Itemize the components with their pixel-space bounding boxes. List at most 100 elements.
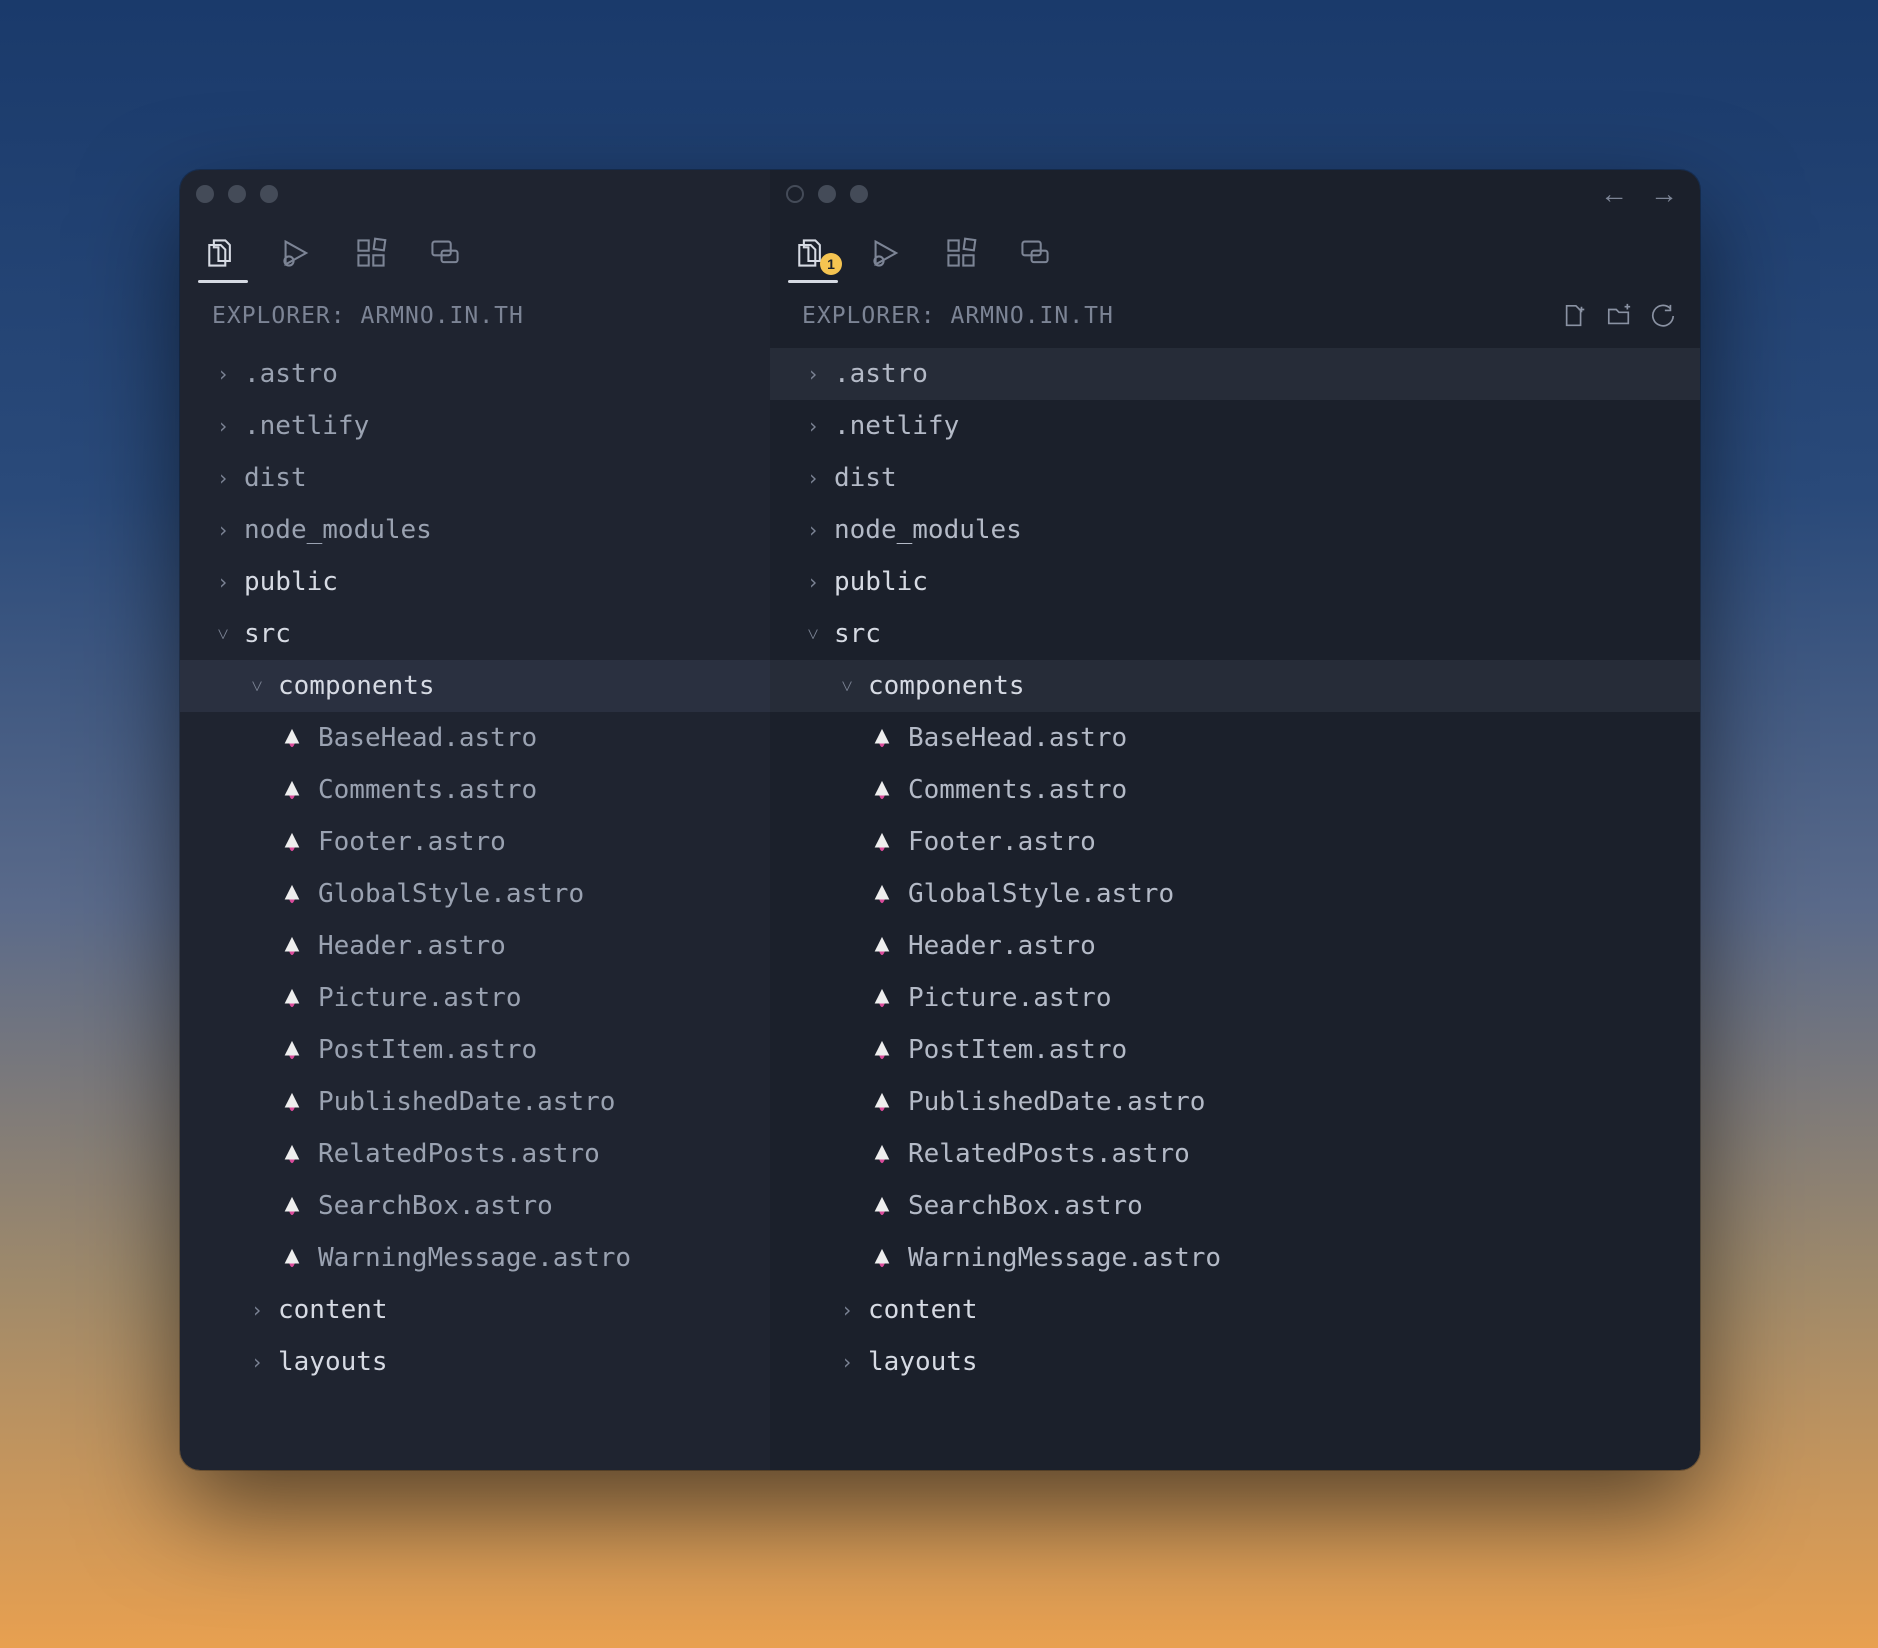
- folder-label: .astro: [834, 359, 928, 389]
- folder-row[interactable]: ›content: [770, 1284, 1700, 1336]
- folder-row[interactable]: ˅src: [180, 608, 770, 660]
- zoom-icon[interactable]: [850, 185, 868, 203]
- folder-row[interactable]: ›public: [180, 556, 770, 608]
- file-row[interactable]: PublishedDate.astro: [770, 1076, 1700, 1128]
- new-file-button[interactable]: [1562, 303, 1588, 329]
- chevron-right-icon[interactable]: ›: [802, 518, 824, 542]
- titlebar-left[interactable]: [180, 170, 770, 218]
- activity-chat[interactable]: [1016, 237, 1054, 269]
- file-row[interactable]: Comments.astro: [180, 764, 770, 816]
- file-row[interactable]: Picture.astro: [180, 972, 770, 1024]
- astro-file-icon: [280, 934, 304, 958]
- file-row[interactable]: BaseHead.astro: [180, 712, 770, 764]
- activity-chat[interactable]: [426, 237, 464, 269]
- folder-label: node_modules: [834, 515, 1022, 545]
- file-row[interactable]: SearchBox.astro: [770, 1180, 1700, 1232]
- traffic-lights[interactable]: [786, 185, 868, 203]
- folder-row[interactable]: › .astro: [770, 348, 1700, 400]
- folder-row[interactable]: ›node_modules: [180, 504, 770, 556]
- titlebar-right[interactable]: ← →: [770, 170, 1700, 218]
- chevron-right-icon[interactable]: ›: [802, 414, 824, 438]
- folder-row[interactable]: ˅components: [180, 660, 770, 712]
- nav-back-icon[interactable]: ←: [1600, 180, 1628, 208]
- file-row[interactable]: RelatedPosts.astro: [770, 1128, 1700, 1180]
- new-folder-button[interactable]: [1606, 303, 1632, 329]
- folder-row[interactable]: › .netlify: [180, 400, 770, 452]
- chevron-right-icon[interactable]: ›: [212, 466, 234, 490]
- traffic-lights[interactable]: [196, 185, 278, 203]
- chevron-right-icon[interactable]: ›: [212, 362, 234, 386]
- folder-row[interactable]: ˅components: [770, 660, 1700, 712]
- chevron-down-icon[interactable]: ˅: [246, 674, 268, 699]
- file-row[interactable]: WarningMessage.astro: [180, 1232, 770, 1284]
- folder-label: .netlify: [244, 411, 369, 441]
- zoom-icon[interactable]: [260, 185, 278, 203]
- activity-explorer[interactable]: 1: [794, 237, 832, 269]
- minimize-icon[interactable]: [818, 185, 836, 203]
- file-row[interactable]: GlobalStyle.astro: [770, 868, 1700, 920]
- activity-run-debug[interactable]: [278, 237, 316, 269]
- file-tree-left[interactable]: ›.astro›.netlify›dist›node_modules›publi…: [180, 344, 770, 1470]
- chevron-right-icon[interactable]: ›: [212, 518, 234, 542]
- chevron-down-icon[interactable]: ˅: [212, 622, 234, 647]
- file-row[interactable]: PublishedDate.astro: [180, 1076, 770, 1128]
- file-tree-right[interactable]: ›.astro›.netlify›dist›node_modules›publi…: [770, 344, 1700, 1470]
- folder-row[interactable]: ›dist: [180, 452, 770, 504]
- folder-row[interactable]: ›.netlify: [770, 400, 1700, 452]
- chevron-down-icon[interactable]: ˅: [836, 674, 858, 699]
- file-label: BaseHead.astro: [908, 723, 1127, 753]
- chevron-right-icon[interactable]: ›: [246, 1298, 268, 1322]
- activity-run-debug[interactable]: [868, 237, 906, 269]
- file-row[interactable]: PostItem.astro: [770, 1024, 1700, 1076]
- close-icon[interactable]: [196, 185, 214, 203]
- new-folder-icon: [1606, 303, 1632, 329]
- file-row[interactable]: Comments.astro: [770, 764, 1700, 816]
- explorer-header-right[interactable]: EXPLORER: ARMNO.IN.TH: [770, 288, 1700, 344]
- chevron-right-icon[interactable]: ›: [802, 570, 824, 594]
- activity-extensions[interactable]: [352, 237, 390, 269]
- file-row[interactable]: PostItem.astro: [180, 1024, 770, 1076]
- chevron-right-icon[interactable]: ›: [836, 1298, 858, 1322]
- astro-file-icon: [870, 934, 894, 958]
- file-row[interactable]: WarningMessage.astro: [770, 1232, 1700, 1284]
- folder-row[interactable]: › node_modules: [770, 504, 1700, 556]
- new-file-icon: [1562, 303, 1588, 329]
- folder-row[interactable]: ›content: [180, 1284, 770, 1336]
- astro-file-icon: [280, 1246, 304, 1270]
- chevron-down-icon[interactable]: ˅: [802, 622, 824, 647]
- file-label: Comments.astro: [318, 775, 537, 805]
- chevron-right-icon[interactable]: ›: [212, 570, 234, 594]
- run-debug-icon: [871, 237, 903, 269]
- file-row[interactable]: Footer.astro: [180, 816, 770, 868]
- file-label: WarningMessage.astro: [908, 1243, 1221, 1273]
- file-row[interactable]: Footer.astro: [770, 816, 1700, 868]
- file-row[interactable]: Picture.astro: [770, 972, 1700, 1024]
- close-icon[interactable]: [786, 185, 804, 203]
- explorer-badge: 1: [820, 253, 842, 275]
- folder-row[interactable]: ›.astro: [180, 348, 770, 400]
- nav-forward-icon[interactable]: →: [1650, 180, 1678, 208]
- folder-row[interactable]: ›dist: [770, 452, 1700, 504]
- refresh-button[interactable]: [1650, 303, 1676, 329]
- file-row[interactable]: Header.astro: [770, 920, 1700, 972]
- activity-explorer[interactable]: [204, 237, 242, 269]
- file-row[interactable]: SearchBox.astro: [180, 1180, 770, 1232]
- chevron-right-icon[interactable]: ›: [836, 1350, 858, 1374]
- explorer-header-left[interactable]: EXPLORER: ARMNO.IN.TH: [180, 288, 770, 344]
- folder-row[interactable]: ›public: [770, 556, 1700, 608]
- activity-extensions[interactable]: [942, 237, 980, 269]
- file-row[interactable]: RelatedPosts.astro: [180, 1128, 770, 1180]
- folder-row[interactable]: ˅src: [770, 608, 1700, 660]
- file-row[interactable]: BaseHead.astro: [770, 712, 1700, 764]
- chevron-right-icon[interactable]: ›: [802, 362, 824, 386]
- file-row[interactable]: GlobalStyle.astro: [180, 868, 770, 920]
- chevron-right-icon[interactable]: ›: [212, 414, 234, 438]
- minimize-icon[interactable]: [228, 185, 246, 203]
- chat-icon: [1019, 237, 1051, 269]
- folder-row[interactable]: ›layouts: [180, 1336, 770, 1388]
- chevron-right-icon[interactable]: ›: [246, 1350, 268, 1374]
- chevron-right-icon[interactable]: ›: [802, 466, 824, 490]
- folder-row[interactable]: ›layouts: [770, 1336, 1700, 1388]
- file-row[interactable]: Header.astro: [180, 920, 770, 972]
- file-label: WarningMessage.astro: [318, 1243, 631, 1273]
